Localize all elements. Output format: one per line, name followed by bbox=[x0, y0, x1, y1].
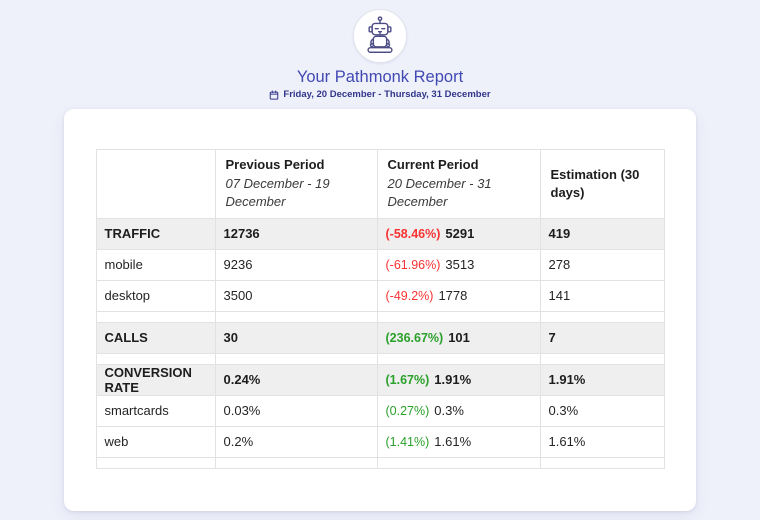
report-header: Your Pathmonk Report Friday, 20 December… bbox=[0, 0, 760, 100]
spacer-cell bbox=[376, 456, 541, 469]
current-period-cell: (236.67%) 101 bbox=[376, 321, 541, 354]
current-period-cell: (1.41%) 1.61% bbox=[376, 425, 541, 458]
current-period-value: 5291 bbox=[445, 226, 475, 242]
previous-period-value: 12736 bbox=[214, 217, 378, 250]
current-period-value: 1778 bbox=[438, 288, 468, 304]
spacer-cell bbox=[376, 352, 541, 365]
pathmonk-logo bbox=[353, 9, 407, 63]
previous-period-value: 30 bbox=[214, 321, 378, 354]
table-row: CALLS 30 (236.67%) 101 7 bbox=[95, 321, 665, 354]
column-header-previous-period: Previous Period 07 December - 19 Decembe… bbox=[214, 149, 378, 219]
estimation-value: 141 bbox=[539, 279, 665, 312]
row-label: CONVERSION RATE bbox=[95, 363, 216, 396]
column-subtitle: 07 December - 19 December bbox=[225, 176, 330, 210]
previous-period-value: 0.03% bbox=[214, 394, 378, 427]
column-subtitle: 20 December - 31 December bbox=[387, 176, 492, 210]
estimation-value: 7 bbox=[539, 321, 665, 354]
current-period-value: 101 bbox=[448, 330, 470, 346]
change-percentage: (1.41%) bbox=[385, 435, 430, 450]
column-header-estimation: Estimation (30 days) bbox=[539, 149, 665, 219]
change-percentage: (-61.96%) bbox=[385, 258, 441, 273]
table-row: web 0.2% (1.41%) 1.61% 1.61% bbox=[95, 425, 665, 458]
column-title: Estimation (30 days) bbox=[550, 166, 640, 200]
spacer-cell bbox=[95, 352, 216, 365]
current-period-value: 1.91% bbox=[434, 372, 472, 388]
spacer-cell bbox=[376, 310, 541, 323]
estimation-value: 1.91% bbox=[539, 363, 665, 396]
current-period-value: 1.61% bbox=[434, 434, 472, 450]
table-row: smartcards 0.03% (0.27%) 0.3% 0.3% bbox=[95, 394, 665, 427]
date-range-text: Friday, 20 December - Thursday, 31 Decem… bbox=[283, 89, 491, 100]
column-header-current-period: Current Period 20 December - 31 December bbox=[376, 149, 541, 219]
estimation-value: 0.3% bbox=[539, 394, 665, 427]
spacer-cell bbox=[95, 456, 216, 469]
current-period-value: 0.3% bbox=[434, 403, 464, 419]
spacer-row bbox=[95, 456, 665, 469]
meditating-robot-icon bbox=[367, 16, 393, 53]
spacer-cell bbox=[214, 310, 378, 323]
change-percentage: (0.27%) bbox=[385, 404, 430, 419]
row-label: smartcards bbox=[95, 394, 216, 427]
row-label: desktop bbox=[95, 279, 216, 312]
calendar-icon bbox=[270, 90, 279, 100]
current-period-cell: (-58.46%) 5291 bbox=[376, 217, 541, 250]
current-period-cell: (0.27%) 0.3% bbox=[376, 394, 541, 427]
previous-period-value: 3500 bbox=[214, 279, 378, 312]
spacer-row bbox=[95, 352, 665, 365]
column-header-empty bbox=[95, 149, 216, 219]
spacer-cell bbox=[214, 456, 378, 469]
estimation-value: 278 bbox=[539, 248, 665, 281]
column-title: Current Period bbox=[387, 157, 479, 172]
change-percentage: (236.67%) bbox=[385, 331, 444, 346]
table-row: TRAFFIC 12736 (-58.46%) 5291 419 bbox=[95, 217, 665, 250]
estimation-value: 1.61% bbox=[539, 425, 665, 458]
previous-period-value: 0.24% bbox=[214, 363, 378, 396]
table-row: mobile 9236 (-61.96%) 3513 278 bbox=[95, 248, 665, 281]
report-date-range: Friday, 20 December - Thursday, 31 Decem… bbox=[0, 89, 760, 100]
change-percentage: (-58.46%) bbox=[385, 227, 441, 242]
row-label: web bbox=[95, 425, 216, 458]
report-title: Your Pathmonk Report bbox=[296, 68, 464, 86]
table-header-row: Previous Period 07 December - 19 Decembe… bbox=[95, 149, 665, 219]
spacer-cell bbox=[214, 352, 378, 365]
previous-period-value: 0.2% bbox=[214, 425, 378, 458]
row-label: TRAFFIC bbox=[95, 217, 216, 250]
row-label: mobile bbox=[95, 248, 216, 281]
current-period-cell: (1.67%) 1.91% bbox=[376, 363, 541, 396]
spacer-row bbox=[95, 310, 665, 323]
table-row: CONVERSION RATE 0.24% (1.67%) 1.91% 1.91% bbox=[95, 363, 665, 396]
current-period-value: 3513 bbox=[445, 257, 475, 273]
current-period-cell: (-49.2%) 1778 bbox=[376, 279, 541, 312]
report-table: Previous Period 07 December - 19 Decembe… bbox=[95, 149, 665, 469]
column-title: Previous Period bbox=[225, 157, 325, 172]
spacer-cell bbox=[539, 310, 665, 323]
row-label: CALLS bbox=[95, 321, 216, 354]
change-percentage: (-49.2%) bbox=[385, 289, 434, 304]
change-percentage: (1.67%) bbox=[385, 373, 430, 388]
spacer-cell bbox=[539, 352, 665, 365]
spacer-cell bbox=[95, 310, 216, 323]
report-card: Previous Period 07 December - 19 Decembe… bbox=[64, 109, 696, 511]
spacer-cell bbox=[539, 456, 665, 469]
current-period-cell: (-61.96%) 3513 bbox=[376, 248, 541, 281]
table-row: desktop 3500 (-49.2%) 1778 141 bbox=[95, 279, 665, 312]
previous-period-value: 9236 bbox=[214, 248, 378, 281]
estimation-value: 419 bbox=[539, 217, 665, 250]
